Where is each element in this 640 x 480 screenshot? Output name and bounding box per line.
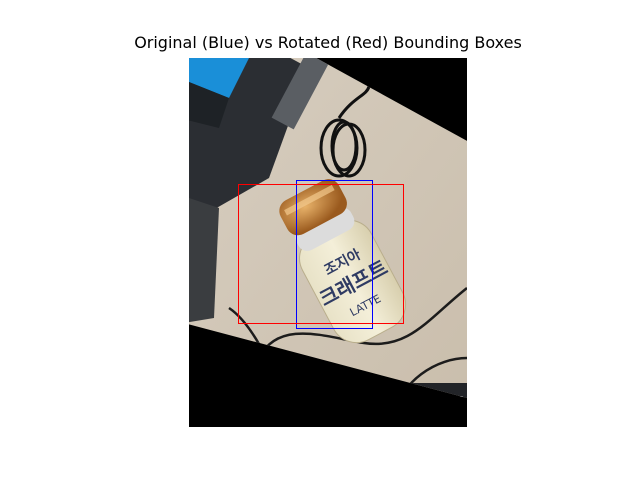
plot-title: Original (Blue) vs Rotated (Red) Boundin… [134, 33, 522, 52]
figure: Original (Blue) vs Rotated (Red) Boundin… [0, 0, 640, 480]
dark-object-left [189, 198, 219, 323]
rotated-bounding-box [238, 184, 404, 324]
rotated-photo: 조지아 크래프트 LATTE [189, 58, 467, 427]
